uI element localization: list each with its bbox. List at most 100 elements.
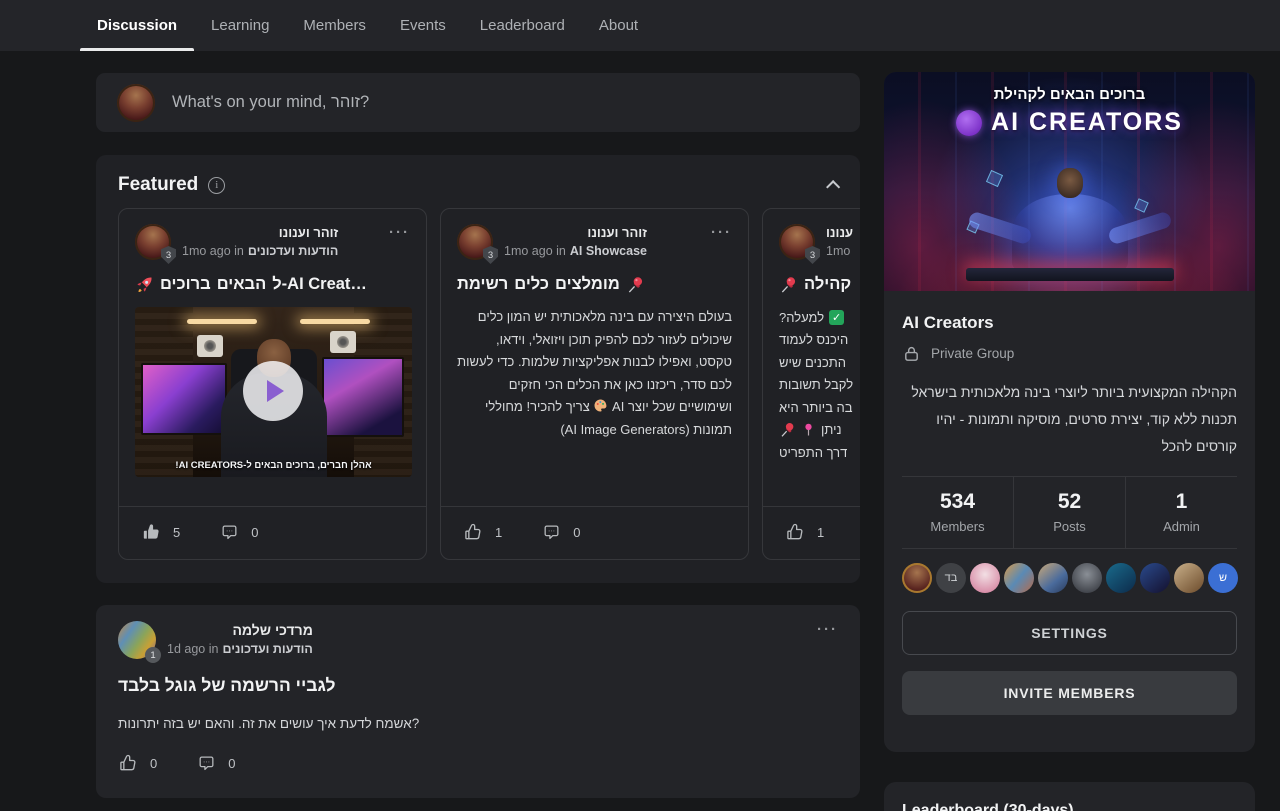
composer-prompt: What's on your mind, זוהר? <box>172 93 369 112</box>
like-button[interactable]: 5 <box>141 522 180 542</box>
card-header: 3 ענונו 1mo <box>779 224 860 260</box>
level-badge: 3 <box>483 246 498 264</box>
tab-about[interactable]: About <box>582 0 655 51</box>
member-avatar[interactable] <box>1106 563 1136 593</box>
meta-category[interactable]: הודעות ועדכונים <box>248 244 338 258</box>
stat-label: Members <box>902 519 1013 534</box>
level-badge: 1 <box>145 647 161 663</box>
member-avatar-initials[interactable]: ש <box>1208 563 1238 593</box>
body-line: בה ביותר היא <box>779 400 852 415</box>
author-name[interactable]: זוהר וענונו <box>182 225 338 240</box>
tab-learning[interactable]: Learning <box>194 0 286 51</box>
stat-members[interactable]: 534 Members <box>902 477 1013 548</box>
palette-icon <box>593 398 608 413</box>
featured-card-clipped: 3 ענונו 1mo קהילה למעלה?✓ היכנס לעמוד הת… <box>762 208 860 560</box>
tab-label: Learning <box>211 17 269 34</box>
title-word: ל-AI Creat… <box>272 275 367 294</box>
level-badge: 3 <box>805 246 820 264</box>
stat-value: 52 <box>1014 490 1125 514</box>
members-preview-row: בד ש <box>902 563 1237 593</box>
info-icon[interactable]: i <box>208 177 225 194</box>
tab-events[interactable]: Events <box>383 0 463 51</box>
post-title[interactable]: רשימת כלים מומלצים <box>457 275 732 294</box>
author-name[interactable]: זוהר וענונו <box>504 225 647 240</box>
invite-members-button[interactable]: INVITE MEMBERS <box>902 671 1237 715</box>
pushpin-icon <box>779 275 798 294</box>
stat-value: 1 <box>1126 490 1237 514</box>
card-footer: 1 0 <box>441 506 748 544</box>
like-button[interactable]: 0 <box>118 753 157 773</box>
post-title[interactable]: לגביי הרשמה של גוגל בלבד <box>118 675 838 696</box>
like-button[interactable]: 1 <box>785 522 824 542</box>
member-avatar[interactable] <box>1140 563 1170 593</box>
stat-posts[interactable]: 52 Posts <box>1013 477 1125 548</box>
tab-label: Leaderboard <box>480 17 565 34</box>
title-word: הבאים <box>217 275 267 294</box>
featured-cards-row: 3 זוהר וענונו 1mo ago in הודעות ועדכונים… <box>96 208 860 560</box>
comment-button[interactable]: 0 <box>220 523 258 542</box>
like-count: 5 <box>173 525 180 540</box>
like-button[interactable]: 1 <box>463 522 502 542</box>
author-name[interactable]: ענונו <box>826 225 853 240</box>
featured-card: 3 זוהר וענונו 1mo ago in הודעות ועדכונים… <box>118 208 427 560</box>
round-pin-icon <box>801 422 816 437</box>
author-avatar[interactable]: 1 <box>118 621 156 659</box>
member-avatar[interactable] <box>1004 563 1034 593</box>
author-name[interactable]: מרדכי שלמה <box>167 622 313 638</box>
member-avatar-initials[interactable]: בד <box>936 563 966 593</box>
meta-time: 1mo ago in <box>504 244 566 258</box>
tab-label: Events <box>400 17 446 34</box>
group-cover-image: ברוכים הבאים לקהילת AI CREATORS <box>884 72 1255 291</box>
more-menu-icon[interactable]: ··· <box>711 224 732 238</box>
play-button-icon[interactable] <box>243 361 303 421</box>
more-menu-icon[interactable]: ··· <box>817 621 838 635</box>
thumbs-up-icon <box>141 522 161 542</box>
meta-category[interactable]: AI Showcase <box>570 244 647 258</box>
stat-value: 534 <box>902 490 1013 514</box>
like-count: 1 <box>817 525 824 540</box>
body-line: לקבל תשובות <box>779 377 853 392</box>
post-composer[interactable]: What's on your mind, זוהר? <box>96 73 860 132</box>
featured-title: Featured <box>118 174 198 196</box>
post-card: 1 מרדכי שלמה 1d ago in הודעות ועדכונים ·… <box>96 605 860 798</box>
tab-leaderboard[interactable]: Leaderboard <box>463 0 582 51</box>
post-meta: 1mo ago in הודעות ועדכונים <box>182 244 338 258</box>
author-avatar[interactable]: 3 <box>457 224 493 260</box>
tab-members[interactable]: Members <box>286 0 383 51</box>
video-thumbnail[interactable]: אהלן חברים, ברוכים הבאים ל-AI CREATORS! <box>135 307 412 477</box>
member-avatar[interactable] <box>1072 563 1102 593</box>
settings-button[interactable]: SETTINGS <box>902 611 1237 655</box>
comment-count: 0 <box>573 525 580 540</box>
studio-light <box>187 319 257 324</box>
post-header: 1 מרדכי שלמה 1d ago in הודעות ועדכונים ·… <box>118 621 838 659</box>
cover-figure <box>1057 168 1083 198</box>
check-icon: ✓ <box>829 310 844 325</box>
member-avatar[interactable] <box>970 563 1000 593</box>
monitor-left <box>141 363 227 435</box>
post-title[interactable]: ברוכים הבאים ל-AI Creat… <box>135 275 410 294</box>
title-word: מומלצים <box>555 275 620 294</box>
post-title[interactable]: קהילה <box>779 275 860 294</box>
leaderboard-card: Leaderboard (30-days) <box>884 782 1255 811</box>
body-line: היכנס לעמוד <box>779 332 848 347</box>
comment-button[interactable]: 0 <box>197 754 235 773</box>
comment-button[interactable]: 0 <box>542 523 580 542</box>
group-description: הקהילה המקצועית ביותר ליוצרי בינה מלאכות… <box>902 379 1237 460</box>
tab-discussion[interactable]: Discussion <box>80 0 194 51</box>
like-count: 1 <box>495 525 502 540</box>
level-badge: 3 <box>161 246 176 264</box>
current-user-avatar <box>117 84 155 122</box>
stat-admin[interactable]: 1 Admin <box>1125 477 1237 548</box>
author-avatar[interactable]: 3 <box>779 224 815 260</box>
member-avatar[interactable] <box>1038 563 1068 593</box>
member-avatar[interactable] <box>902 563 932 593</box>
collapse-chevron-icon[interactable] <box>826 180 840 194</box>
brain-logo-icon <box>956 110 982 136</box>
member-avatar[interactable] <box>1174 563 1204 593</box>
comment-icon <box>197 754 216 773</box>
more-menu-icon[interactable]: ··· <box>389 224 410 238</box>
video-caption: אהלן חברים, ברוכים הבאים ל-AI CREATORS! <box>135 460 412 471</box>
group-name: AI Creators <box>902 313 1237 333</box>
meta-category[interactable]: הודעות ועדכונים <box>222 642 312 656</box>
author-avatar[interactable]: 3 <box>135 224 171 260</box>
